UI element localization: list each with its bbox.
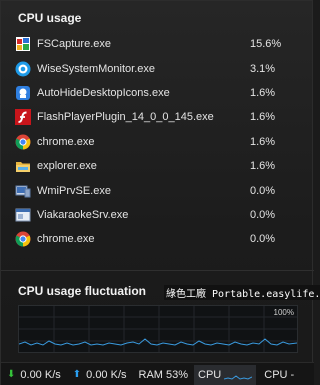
process-row[interactable]: AutoHideDesktopIcons.exe 1.6% [15,81,300,105]
cpu-usage-title: CPU usage [18,11,82,25]
ram-usage[interactable]: RAM 53% [139,363,189,385]
process-row[interactable]: explorer.exe 1.6% [15,154,300,178]
cpu-graph-canvas [18,306,298,352]
process-name: FlashPlayerPlugin_14_0_0_145.exe [37,111,214,124]
service-window-icon [15,207,31,223]
process-cpu-value: 15.6% [250,38,282,51]
wise-monitor-panel: CPU usage FSCapture.exe 15.6% WiseSystem… [0,0,320,385]
process-cpu-value: 1.6% [250,135,276,148]
process-row[interactable]: FlashPlayerPlugin_14_0_0_145.exe 1.6% [15,105,300,129]
cpu-fluctuation-title: CPU usage fluctuation [18,284,147,298]
chrome-icon [15,134,31,150]
flash-icon [15,109,31,126]
process-cpu-value: 0.0% [250,208,276,221]
process-row[interactable]: FSCapture.exe 15.6% [15,32,300,56]
cpu-status-button[interactable]: CPU [194,364,257,385]
cpu-graph-line [18,338,298,346]
download-arrow-icon: ⬇ [7,369,16,380]
chrome-icon [15,231,31,247]
process-cpu-value: 1.6% [250,160,276,173]
process-row[interactable]: WiseSystemMonitor.exe 3.1% [15,56,300,80]
process-list: FSCapture.exe 15.6% WiseSystemMonitor.ex… [15,32,300,252]
process-cpu-value: 3.1% [250,62,276,75]
process-cpu-value: 1.6% [250,111,276,124]
autohide-icon [15,85,31,101]
status-bar: ⬇ 0.00 K/s ⬆ 0.00 K/s RAM 53% CPU CPU - [1,362,314,385]
process-name: ViakaraokeSrv.exe [37,208,129,221]
explorer-icon [15,158,31,174]
process-name: FSCapture.exe [37,38,111,51]
upload-speed: 0.00 K/s [86,368,127,381]
process-cpu-value: 1.6% [250,86,276,99]
cpu-temp-status[interactable]: CPU - [264,363,294,385]
download-speed: 0.00 K/s [20,368,61,381]
cpu-fluctuation-graph: 100% [18,305,298,353]
process-name: chrome.exe [37,233,95,246]
section-divider [1,270,314,271]
process-name: explorer.exe [37,160,97,173]
fscapture-icon [15,36,31,52]
process-cpu-value: 0.0% [250,233,276,246]
process-name: AutoHideDesktopIcons.exe [37,86,170,99]
process-cpu-value: 0.0% [250,184,276,197]
process-name: chrome.exe [37,135,95,148]
process-name: WiseSystemMonitor.exe [37,62,155,75]
process-row[interactable]: chrome.exe 1.6% [15,130,300,154]
graph-max-label: 100% [273,308,294,317]
wmi-icon [15,183,31,199]
process-row[interactable]: WmiPrvSE.exe 0.0% [15,178,300,202]
upload-arrow-icon: ⬆ [72,369,82,380]
process-name: WmiPrvSE.exe [37,184,111,197]
wise-monitor-icon [15,61,31,77]
cpu-status-label: CPU [198,368,222,381]
cpu-mini-graph-icon [224,374,253,380]
process-row[interactable]: ViakaraokeSrv.exe 0.0% [15,203,300,227]
process-row[interactable]: chrome.exe 0.0% [15,227,300,251]
watermark-text: 綠色工廠 Portable.easylife.tw [164,285,320,300]
